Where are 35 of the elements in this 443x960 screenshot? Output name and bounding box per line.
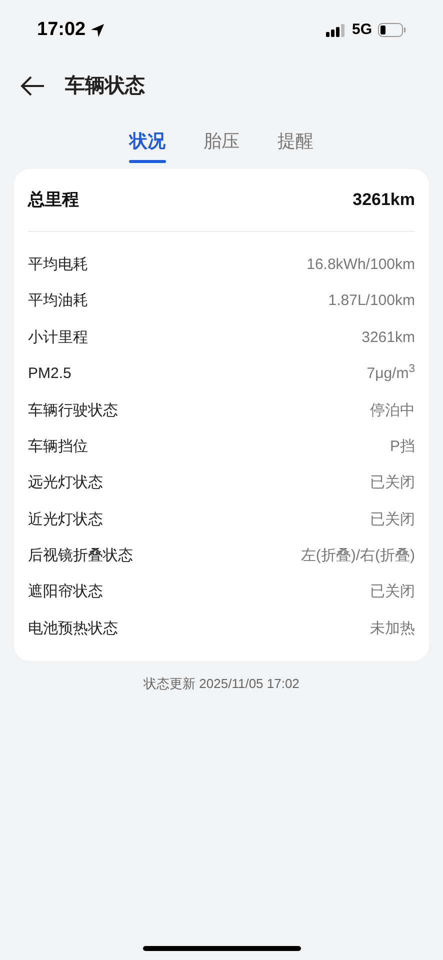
row-label: 车辆行驶状态 [28,400,118,420]
back-arrow-icon[interactable] [20,76,46,96]
row-value: 已关闭 [370,510,415,530]
row-label: 近光灯状态 [28,510,103,530]
tab[interactable]: 胎压 [203,128,240,163]
row-value: 3261km [362,328,415,348]
row-label: 车辆挡位 [28,436,88,457]
row-value: P挡 [390,436,415,457]
signal-icon [326,24,346,36]
network-label: 5G [352,20,372,40]
total-mileage-value: 3261km [352,189,415,212]
update-time: 状态更新 2025/11/05 17:02 [144,675,300,694]
row-value: 停泊中 [370,400,415,420]
row-value: 未加热 [370,618,415,639]
row-label: 电池预热状态 [28,618,118,639]
page-title: 车辆状态 [65,74,145,99]
row-value: 左(折叠)/右(折叠) [300,546,415,566]
row-label: 后视镜折叠状态 [28,546,133,566]
row-label: 平均电耗 [28,254,88,275]
row-label: PM2.5 [28,364,72,384]
total-mileage-label: 总里程 [28,189,79,212]
location-arrow-icon [90,22,105,38]
row-label: 遮阳帘状态 [28,582,103,602]
row-label: 远光灯状态 [28,473,103,494]
row-value: 1.87L/100km [328,291,415,312]
row-value: 16.8kWh/100km [306,254,415,275]
row-label: 平均油耗 [28,291,88,312]
battery-icon [378,23,406,37]
row-value: 已关闭 [370,582,415,602]
row-label: 小计里程 [28,328,88,348]
tab[interactable]: 提醒 [277,128,314,163]
tab[interactable]: 状况 [129,128,166,163]
row-value: 已关闭 [370,473,415,494]
clock-time: 17:02 [37,18,86,42]
row-value: 7μg/m$^{3}$ [366,363,415,384]
